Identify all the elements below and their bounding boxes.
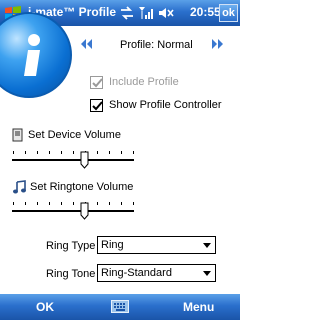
menu-softkey[interactable]: Menu bbox=[183, 300, 214, 314]
double-chevron-right-icon bbox=[212, 39, 223, 49]
softkey-bar: OK Menu bbox=[0, 294, 240, 320]
chevron-down-icon bbox=[203, 243, 211, 248]
next-profile-button[interactable] bbox=[210, 37, 226, 54]
chevron-down-icon bbox=[203, 271, 211, 276]
include-profile-row[interactable]: Include Profile bbox=[90, 74, 179, 90]
title-ok-button[interactable]: ok bbox=[219, 4, 238, 22]
keyboard-icon[interactable] bbox=[111, 300, 129, 313]
ring-tone-select[interactable]: Ring-Standard bbox=[97, 264, 216, 282]
include-profile-checkbox[interactable] bbox=[90, 75, 103, 89]
show-controller-row[interactable]: Show Profile Controller bbox=[90, 97, 222, 113]
ring-type-select[interactable]: Ring bbox=[97, 236, 216, 254]
ring-type-value: Ring bbox=[101, 239, 124, 251]
device-volume-label: Set Device Volume bbox=[28, 129, 121, 141]
double-chevron-left-icon bbox=[81, 39, 92, 49]
device-volume-slider[interactable] bbox=[12, 147, 134, 171]
show-controller-label: Show Profile Controller bbox=[109, 99, 222, 111]
connectivity-arrows-icon[interactable] bbox=[120, 6, 134, 20]
ringtone-volume-thumb[interactable] bbox=[80, 202, 89, 220]
device-volume-header: Set Device Volume bbox=[12, 128, 121, 142]
ringtone-volume-slider[interactable] bbox=[12, 198, 134, 222]
ringtone-volume-header: Set Ringtone Volume bbox=[12, 180, 133, 194]
show-controller-checkbox[interactable] bbox=[90, 98, 103, 112]
imate-badge-logo bbox=[0, 12, 72, 98]
device-volume-thumb[interactable] bbox=[80, 151, 89, 169]
device-volume-icon bbox=[12, 128, 23, 142]
profile-name: Profile: Normal bbox=[120, 39, 193, 51]
status-icons bbox=[120, 5, 174, 21]
ringtone-volume-label: Set Ringtone Volume bbox=[30, 181, 134, 193]
ok-softkey[interactable]: OK bbox=[36, 300, 54, 314]
ring-tone-label: Ring Tone bbox=[46, 268, 96, 280]
signal-strength-icon[interactable] bbox=[138, 6, 154, 20]
clock: 20:55 bbox=[190, 5, 221, 19]
ring-tone-value: Ring-Standard bbox=[101, 267, 172, 279]
ring-type-label: Ring Type bbox=[46, 240, 96, 252]
speaker-mute-icon[interactable] bbox=[158, 6, 174, 20]
include-profile-label: Include Profile bbox=[109, 76, 179, 88]
previous-profile-button[interactable] bbox=[78, 37, 94, 54]
music-note-icon bbox=[13, 180, 26, 194]
